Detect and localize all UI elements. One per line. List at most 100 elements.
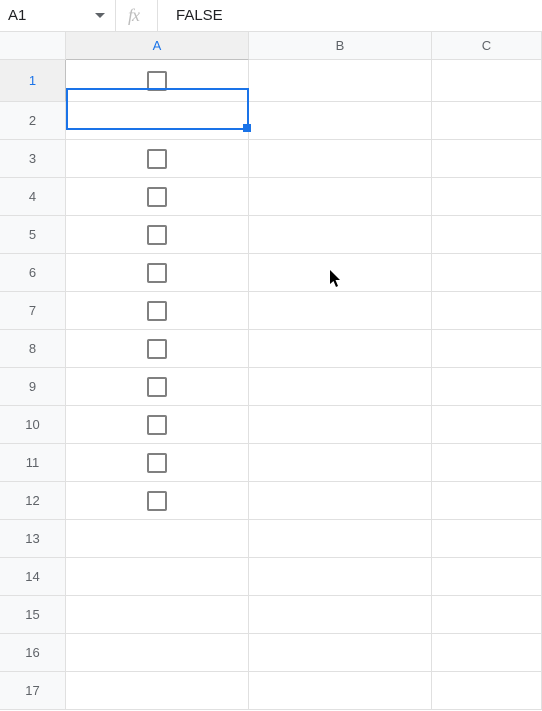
cell[interactable] [66,330,249,368]
cell[interactable] [249,672,432,710]
row-header-11[interactable]: 11 [0,444,66,482]
cell[interactable] [249,178,432,216]
checkbox[interactable] [147,301,167,321]
cell[interactable] [249,634,432,672]
fx-label-section: fx [115,0,151,31]
formula-value: FALSE [176,7,223,24]
row-header-17[interactable]: 17 [0,672,66,710]
cell[interactable] [66,482,249,520]
cell[interactable] [66,406,249,444]
formula-input[interactable]: FALSE [157,0,542,31]
cell[interactable] [66,140,249,178]
cell[interactable] [432,634,542,672]
row-header-16[interactable]: 16 [0,634,66,672]
checkbox[interactable] [147,225,167,245]
cell[interactable] [249,292,432,330]
column-header-c[interactable]: C [432,32,542,60]
cell[interactable] [249,482,432,520]
cell[interactable] [66,520,249,558]
row-header-13[interactable]: 13 [0,520,66,558]
cell[interactable] [249,406,432,444]
grid-row: 3 [0,140,542,178]
cell[interactable] [66,596,249,634]
cell[interactable] [432,558,542,596]
cell[interactable] [432,292,542,330]
grid-row: 1 [0,60,542,102]
cursor-icon [330,270,344,293]
cell[interactable] [66,558,249,596]
cell[interactable] [432,254,542,292]
cell[interactable] [249,60,432,102]
cell[interactable] [66,672,249,710]
grid-body: 1234567891011121314151617 [0,60,542,710]
grid-row: 5 [0,216,542,254]
row-header-9[interactable]: 9 [0,368,66,406]
row-header-12[interactable]: 12 [0,482,66,520]
cell[interactable] [432,482,542,520]
column-headers-row: ABC [0,32,542,60]
cell[interactable] [249,330,432,368]
row-header-1[interactable]: 1 [0,60,66,102]
grid-row: 4 [0,178,542,216]
row-header-6[interactable]: 6 [0,254,66,292]
cell-reference-box[interactable]: A1 [0,0,115,31]
chevron-down-icon[interactable] [85,13,115,19]
grid-row: 14 [0,558,542,596]
row-header-15[interactable]: 15 [0,596,66,634]
cell[interactable] [432,330,542,368]
cell[interactable] [66,444,249,482]
checkbox[interactable] [147,491,167,511]
cell[interactable] [249,216,432,254]
grid-row: 13 [0,520,542,558]
cell[interactable] [432,520,542,558]
cell[interactable] [249,444,432,482]
cell[interactable] [66,102,249,140]
cell[interactable] [432,140,542,178]
column-header-a[interactable]: A [66,32,249,60]
cell[interactable] [66,634,249,672]
checkbox[interactable] [147,187,167,207]
cell[interactable] [432,406,542,444]
cell[interactable] [66,292,249,330]
cell[interactable] [432,102,542,140]
grid-row: 7 [0,292,542,330]
cell[interactable] [249,140,432,178]
row-header-7[interactable]: 7 [0,292,66,330]
cell[interactable] [249,368,432,406]
checkbox[interactable] [147,263,167,283]
grid-row: 16 [0,634,542,672]
checkbox[interactable] [147,453,167,473]
row-header-5[interactable]: 5 [0,216,66,254]
row-header-8[interactable]: 8 [0,330,66,368]
row-header-4[interactable]: 4 [0,178,66,216]
cell[interactable] [66,178,249,216]
column-header-b[interactable]: B [249,32,432,60]
cell-reference-text: A1 [8,7,85,24]
cell[interactable] [432,178,542,216]
cell[interactable] [66,368,249,406]
select-all-corner[interactable] [0,32,66,60]
checkbox[interactable] [147,415,167,435]
cell[interactable] [249,520,432,558]
cell[interactable] [66,254,249,292]
checkbox[interactable] [147,149,167,169]
cell[interactable] [432,596,542,634]
checkbox[interactable] [147,71,167,91]
cell[interactable] [432,672,542,710]
checkbox[interactable] [147,339,167,359]
cell[interactable] [432,60,542,102]
cell[interactable] [66,216,249,254]
cell[interactable] [249,558,432,596]
row-header-10[interactable]: 10 [0,406,66,444]
grid-row: 8 [0,330,542,368]
row-header-3[interactable]: 3 [0,140,66,178]
cell[interactable] [432,216,542,254]
row-header-2[interactable]: 2 [0,102,66,140]
cell[interactable] [432,444,542,482]
cell[interactable] [249,596,432,634]
cell[interactable] [66,60,249,102]
cell[interactable] [249,102,432,140]
cell[interactable] [432,368,542,406]
checkbox[interactable] [147,377,167,397]
row-header-14[interactable]: 14 [0,558,66,596]
